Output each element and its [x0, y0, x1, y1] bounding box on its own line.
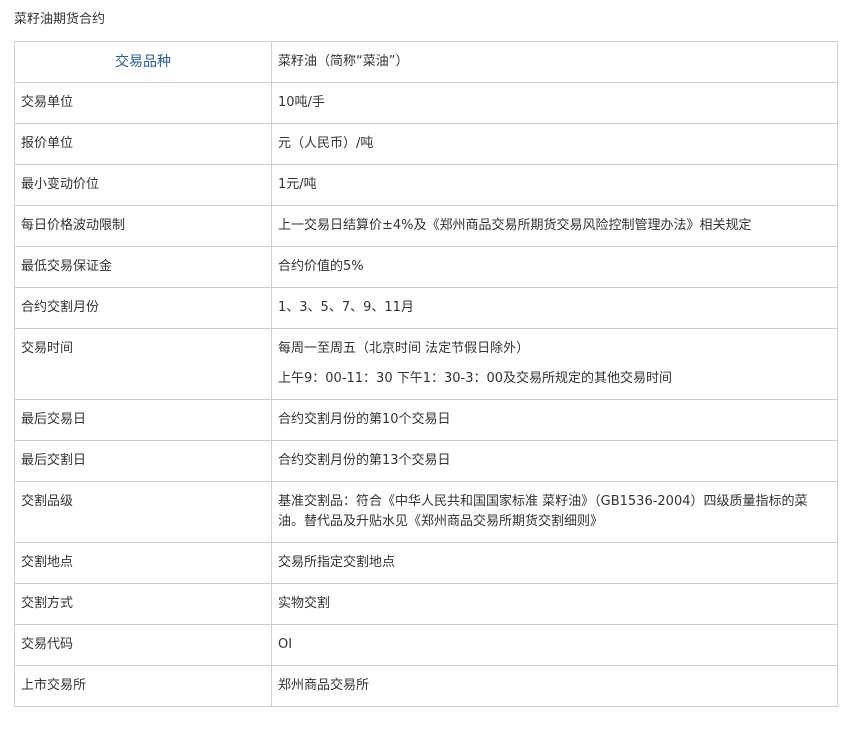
header-label-cell: 交易品种 [14, 41, 272, 83]
row-value: 基准交割品：符合《中华人民共和国国家标准 菜籽油》（GB1536-2004）四级… [271, 481, 838, 543]
row-label: 最小变动价位 [14, 164, 272, 206]
contract-spec-table: 交易品种 菜籽油（简称“菜油”） 交易单位 10吨/手 报价单位 元（人民币）/… [14, 41, 838, 707]
row-value: 合约交割月份的第13个交易日 [271, 440, 838, 482]
row-value: 合约交割月份的第10个交易日 [271, 399, 838, 441]
table-row: 交割品级 基准交割品：符合《中华人民共和国国家标准 菜籽油》（GB1536-20… [14, 481, 838, 543]
table-row: 交易代码 OI [14, 624, 838, 666]
row-value: 上一交易日结算价±4%及《郑州商品交易所期货交易风险控制管理办法》相关规定 [271, 205, 838, 247]
row-value: 元（人民币）/吨 [271, 123, 838, 165]
row-value: 1、3、5、7、9、11月 [271, 287, 838, 329]
delivery-grade-text: 基准交割品：符合《中华人民共和国国家标准 菜籽油》（GB1536-2004）四级… [278, 494, 808, 529]
table-row: 报价单位 元（人民币）/吨 [14, 123, 838, 165]
table-row: 最后交易日 合约交割月份的第10个交易日 [14, 399, 838, 441]
page-title: 菜籽油期货合约 [14, 12, 106, 27]
header-value-cell: 菜籽油（简称“菜油”） [271, 41, 838, 83]
table-row: 最后交割日 合约交割月份的第13个交易日 [14, 440, 838, 482]
table-row: 交割地点 交易所指定交割地点 [14, 542, 838, 584]
trading-hours-line: 上午9：00-11：30 下午1：30-3：00及交易所规定的其他交易时间 [278, 371, 673, 386]
row-label: 每日价格波动限制 [14, 205, 272, 247]
row-value: OI [271, 624, 838, 666]
table-row: 每日价格波动限制 上一交易日结算价±4%及《郑州商品交易所期货交易风险控制管理办… [14, 205, 838, 247]
row-value: 1元/吨 [271, 164, 838, 206]
row-label: 交易单位 [14, 82, 272, 124]
table-row: 交易单位 10吨/手 [14, 82, 838, 124]
row-value: 郑州商品交易所 [271, 665, 838, 707]
table-row: 最低交易保证金 合约价值的5% [14, 246, 838, 288]
row-value: 交易所指定交割地点 [271, 542, 838, 584]
table-row: 合约交割月份 1、3、5、7、9、11月 [14, 287, 838, 329]
row-label: 交割方式 [14, 583, 272, 625]
row-label: 交割品级 [14, 481, 272, 543]
row-value: 每周一至周五（北京时间 法定节假日除外） 上午9：00-11：30 下午1：30… [271, 328, 838, 400]
row-label: 上市交易所 [14, 665, 272, 707]
table-row: 最小变动价位 1元/吨 [14, 164, 838, 206]
row-label: 最低交易保证金 [14, 246, 272, 288]
row-value: 实物交割 [271, 583, 838, 625]
row-label: 最后交易日 [14, 399, 272, 441]
table-row: 交易时间 每周一至周五（北京时间 法定节假日除外） 上午9：00-11：30 下… [14, 328, 838, 400]
table-row: 上市交易所 郑州商品交易所 [14, 665, 838, 707]
row-value: 10吨/手 [271, 82, 838, 124]
row-label: 报价单位 [14, 123, 272, 165]
table-row: 交割方式 实物交割 [14, 583, 838, 625]
table-header-row: 交易品种 菜籽油（简称“菜油”） [14, 41, 838, 83]
trading-days-line: 每周一至周五（北京时间 法定节假日除外） [278, 341, 530, 356]
row-label: 交割地点 [14, 542, 272, 584]
row-label: 交易时间 [14, 328, 272, 400]
row-label: 合约交割月份 [14, 287, 272, 329]
row-label: 交易代码 [14, 624, 272, 666]
row-value: 合约价值的5% [271, 246, 838, 288]
row-label: 最后交割日 [14, 440, 272, 482]
